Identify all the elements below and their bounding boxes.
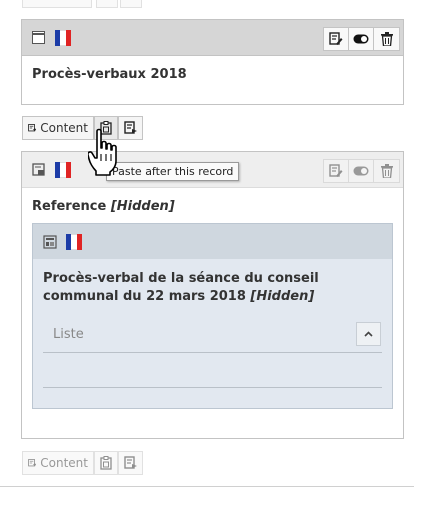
list-label: Liste (53, 327, 84, 342)
chevron-up-icon (364, 331, 373, 337)
record-panel-1: Procès-verbaux 2018 (21, 19, 404, 105)
referenced-record: Procès-verbal de la séance du conseil co… (32, 223, 393, 409)
hidden-tag: [Hidden] (250, 289, 315, 304)
toggle-visibility-button[interactable] (349, 28, 374, 50)
list-divider (43, 387, 382, 388)
shortcut-content-icon[interactable] (32, 163, 46, 177)
paste-reference-button-bottom[interactable] (118, 451, 143, 475)
toggle-on-icon (353, 34, 369, 44)
flag-france-icon (55, 162, 71, 178)
toggle-off-icon (353, 166, 369, 176)
flag-france-icon (55, 30, 71, 46)
toggle-visibility-button[interactable] (349, 160, 374, 182)
hidden-tag: [Hidden] (110, 199, 175, 214)
edit-icon (329, 32, 343, 45)
delete-button[interactable] (374, 28, 399, 50)
record-actions (323, 159, 400, 183)
record-panel-2: Reference [Hidden] Procès-verbal de la s… (21, 151, 404, 439)
collapse-button[interactable] (356, 322, 381, 346)
hand-cursor-icon (88, 128, 117, 176)
trash-icon (380, 164, 393, 178)
top-paste-reference-button[interactable] (120, 0, 142, 8)
trash-icon (380, 32, 393, 46)
list-divider (43, 352, 382, 353)
new-content-button-bottom[interactable]: Content (22, 451, 94, 475)
new-content-icon (28, 459, 37, 467)
paste-after-button-bottom[interactable] (94, 451, 118, 475)
referenced-record-header (33, 224, 392, 259)
paste-reference-icon (123, 456, 137, 469)
new-content-button[interactable]: Content (22, 116, 94, 140)
edit-icon (329, 164, 343, 177)
new-content-icon (28, 124, 37, 132)
referenced-record-title: Procès-verbal de la séance du conseil co… (43, 270, 383, 306)
new-content-label: Content (40, 456, 88, 470)
flag-france-icon (66, 234, 82, 250)
page-content-icon[interactable] (32, 31, 45, 44)
record-title: Procès-verbaux 2018 (32, 67, 187, 82)
paste-reference-icon (123, 121, 137, 134)
edit-button[interactable] (324, 28, 349, 50)
record-actions (323, 27, 400, 51)
content-element-icon (43, 235, 57, 249)
record-title: Reference [Hidden] (32, 199, 175, 214)
edit-button[interactable] (324, 160, 349, 182)
page-divider (0, 486, 414, 487)
new-content-label: Content (40, 121, 88, 135)
record-title-text: Reference (32, 199, 107, 214)
delete-button[interactable] (374, 160, 399, 182)
top-new-content-button[interactable] (22, 0, 92, 8)
record-header (22, 20, 403, 56)
clipboard-icon (100, 456, 112, 470)
paste-tooltip: Paste after this record (106, 162, 240, 181)
top-paste-button[interactable] (96, 0, 118, 8)
